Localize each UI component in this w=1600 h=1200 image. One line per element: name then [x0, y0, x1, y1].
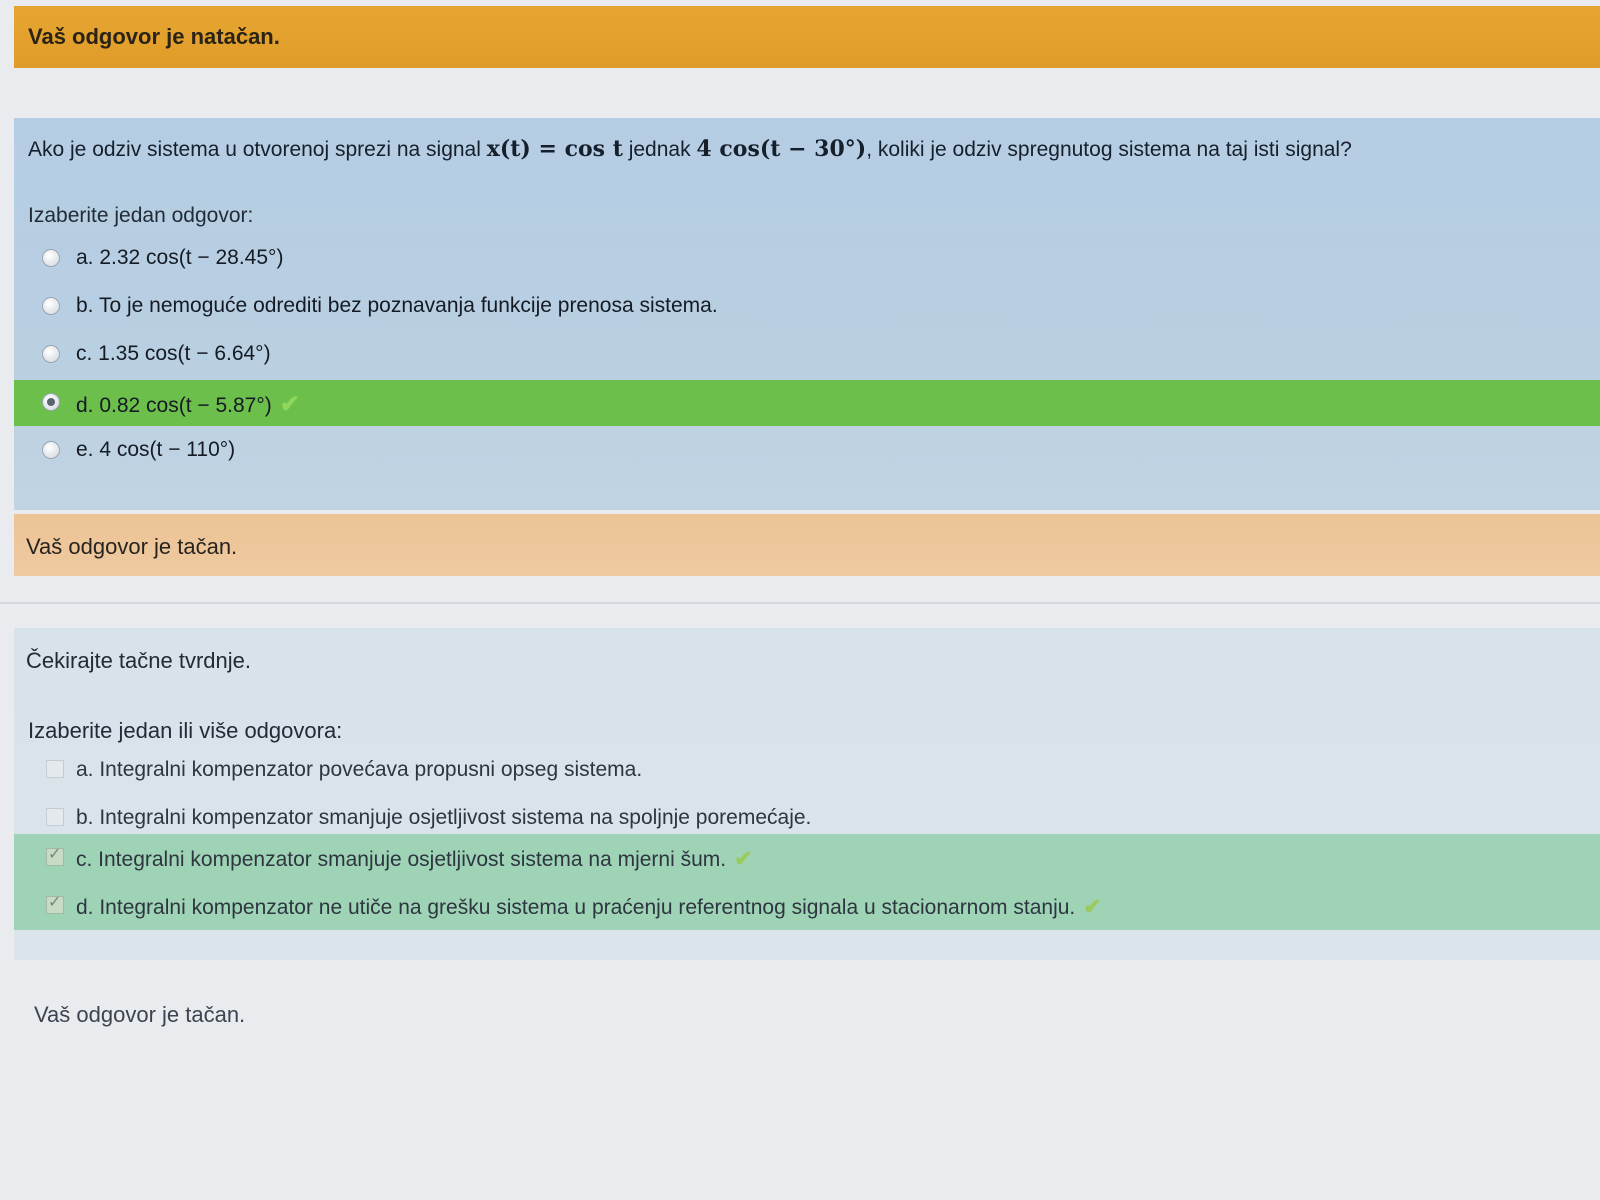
- option-label: a. 2.32 cos(t − 28.45°): [76, 246, 284, 269]
- option-d[interactable]: d. Integralni kompenzator ne utiče na gr…: [14, 882, 1600, 930]
- radio-button[interactable]: [42, 345, 60, 363]
- option-label: a. Integralni kompenzator povećava propu…: [76, 758, 643, 781]
- feedback-text: Vaš odgovor je tačan.: [26, 534, 238, 559]
- question-text-part: , koliki je odziv spregnutog sistema na …: [866, 138, 1352, 161]
- option-e[interactable]: e. 4 cos(t − 110°): [14, 428, 1600, 474]
- feedback-banner-top: Vaš odgovor je natačan.: [14, 6, 1600, 68]
- option-label-wrap: c. Integralni kompenzator smanjuje osjet…: [76, 846, 753, 872]
- question-1-text: Ako je odziv sistema u otvorenoj sprezi …: [28, 136, 1352, 162]
- signal-formula: x(t) = cos t: [486, 136, 623, 162]
- option-label-wrap: d. 0.82 cos(t − 5.87°) ✔: [76, 390, 300, 419]
- option-label: d. 0.82 cos(t − 5.87°): [76, 394, 272, 417]
- option-a[interactable]: a. 2.32 cos(t − 28.45°): [14, 236, 1600, 282]
- feedback-text: Vaš odgovor je natačan.: [28, 24, 280, 49]
- option-label: b. Integralni kompenzator smanjuje osjet…: [76, 806, 812, 829]
- option-label-wrap: d. Integralni kompenzator ne utiče na gr…: [76, 894, 1102, 920]
- option-label: b. To je nemoguće odrediti bez poznavanj…: [76, 294, 718, 317]
- checkbox[interactable]: [46, 760, 64, 778]
- checkbox-checked[interactable]: [46, 892, 64, 914]
- feedback-text: Vaš odgovor je tačan.: [34, 1002, 246, 1027]
- option-a[interactable]: a. Integralni kompenzator povećava propu…: [14, 746, 1600, 794]
- radio-button[interactable]: [42, 297, 60, 315]
- answer-prompt: Izaberite jedan odgovor:: [28, 204, 254, 227]
- checkbox[interactable]: [46, 808, 64, 826]
- question-2-text: Čekirajte tačne tvrdnje.: [26, 648, 251, 673]
- radio-button[interactable]: [42, 441, 60, 459]
- option-label: c. Integralni kompenzator smanjuje osjet…: [76, 848, 727, 871]
- answer-prompt: Izaberite jedan ili više odgovora:: [28, 718, 343, 743]
- radio-button[interactable]: [42, 249, 60, 267]
- question-text-part: Ako je odziv sistema u otvorenoj sprezi …: [28, 138, 487, 161]
- question-text-part: jednak: [622, 138, 697, 161]
- question-2: Čekirajte tačne tvrdnje. Izaberite jedan…: [14, 628, 1600, 960]
- feedback-banner-bottom: Vaš odgovor je tačan.: [14, 994, 1600, 1034]
- option-b[interactable]: b. To je nemoguće odrediti bez poznavanj…: [14, 284, 1600, 330]
- option-label: d. Integralni kompenzator ne utiče na gr…: [76, 896, 1076, 919]
- feedback-banner-mid: Vaš odgovor je tačan.: [14, 514, 1600, 576]
- check-mark-icon: ✔: [279, 391, 300, 418]
- divider: [0, 602, 1600, 604]
- radio-button-selected[interactable]: [42, 393, 60, 411]
- option-c[interactable]: c. Integralni kompenzator smanjuje osjet…: [14, 834, 1600, 882]
- check-mark-icon: ✔: [1083, 894, 1102, 919]
- check-mark-icon: ✔: [734, 846, 753, 871]
- question-1: Ako je odziv sistema u otvorenoj sprezi …: [14, 118, 1600, 510]
- option-c[interactable]: c. 1.35 cos(t − 6.64°): [14, 332, 1600, 378]
- option-label: e. 4 cos(t − 110°): [76, 438, 236, 461]
- option-d[interactable]: d. 0.82 cos(t − 5.87°) ✔: [14, 380, 1600, 426]
- checkbox-checked[interactable]: [46, 844, 64, 866]
- response-formula: 4 cos(t − 30°): [696, 136, 867, 162]
- option-label: c. 1.35 cos(t − 6.64°): [76, 342, 271, 365]
